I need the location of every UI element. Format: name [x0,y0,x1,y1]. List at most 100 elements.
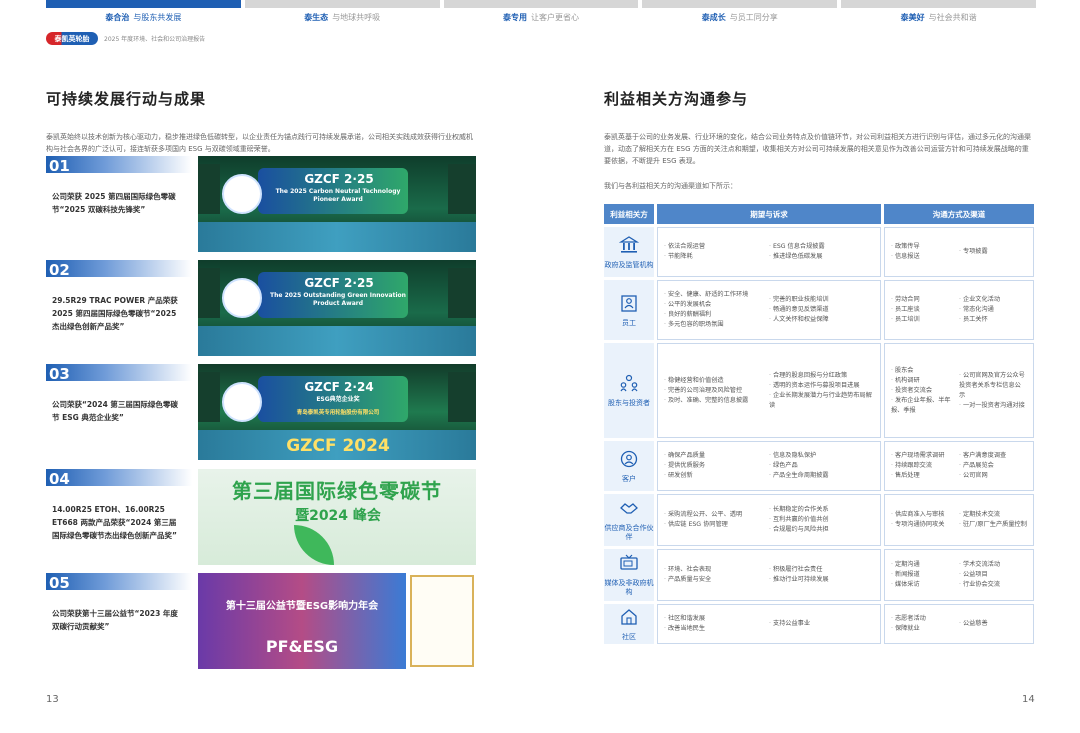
expectation-item: 确保产品质量 [664,451,769,461]
nav-tab-title: 泰成长 [701,13,726,22]
left-section-title: 可持续发展行动与成果 [46,90,207,108]
channel-item: 客户现场需求调研 [891,451,959,461]
stakeholder-name: 政府及监管机构 [604,260,654,269]
partner-icon [619,498,639,524]
expectation-item: 推动行业可持续发展 [769,575,874,585]
expectation-item: 完善的公司治理及风险管控 [664,386,769,396]
table-row: 社区社区和谐发展改善当地民生支持公益事业志愿者活动保障就业公益慈善 [604,604,1034,644]
expectations-cell: 安全、健康、舒适的工作环境公平的发展机会良好的薪酬福利多元包容的职场氛围完善的职… [657,280,881,340]
award-screen-title: GZCF 2·24 [304,380,374,394]
channels-cell: 政策传导信息报送专项披露 [884,227,1034,277]
achievement-description: 公司荣获 2025 第四届国际绿色零碳节“2025 双碳科技先锋奖” [52,192,176,214]
community-icon [619,607,639,633]
stakeholder-cell: 股东与投资者 [604,343,654,438]
expectations-list: 确保产品质量提供优质服务研发创新 [664,448,769,484]
award-screen-title: GZCF 2·25 [304,172,374,186]
achievement-item: 05 公司荣获第十三届公益节“2023 年度双碳行动贡献奖” 第十三届公益节暨ESG… [46,573,476,669]
nav-tab[interactable]: 泰美好 与社会共和谐 [841,0,1036,28]
channel-item: 公益慈善 [959,619,1027,629]
expectations-list: 合理的股息回报与分红政策透明的资本运作与募投项目进展企业长期发展潜力与行业趋势布… [769,350,874,431]
expectations-list: 安全、健康、舒适的工作环境公平的发展机会良好的薪酬福利多元包容的职场氛围 [664,287,769,333]
achievement-number: 02 [46,260,192,279]
nav-tab-subtitle: 让客户更省心 [530,13,579,22]
expectation-item: ESG 信息合规披露 [769,242,874,252]
expectations-cell: 环境、社会表现产品质量与安全积极履行社会责任推动行业可持续发展 [657,549,881,601]
channels-cell: 定期沟通新闻报道媒体采访学术交流活动公益项目行业协会交流 [884,549,1034,601]
stakeholder-name: 媒体及非政府机构 [604,579,654,596]
channels-cell: 股东会机构调研投资者交流会发布企业年报、半年报、季报公司官网及官方公众号投资者关… [884,343,1034,438]
expectations-list: 完善的职业技能培训畅通的意见反馈渠道人文关怀和权益保障 [769,287,874,333]
stakeholder-name: 股东与投资者 [608,399,650,407]
stakeholder-cell: 媒体及非政府机构 [604,549,654,601]
channel-item: 公司官网 [959,471,1027,481]
achievement-number-text: 03 [49,365,70,383]
nav-tab-subtitle: 与地球共呼吸 [332,13,381,22]
achievement-item: 02 29.5R29 TRAC POWER 产品荣获 2025 第四届国际绿色零碳… [46,260,476,356]
nav-tab[interactable]: 泰专用 让客户更省心 [443,0,639,28]
channel-item: 新闻报道 [891,570,959,580]
award-screen-title: GZCF 2·25 [304,276,374,290]
banner-title: 第三届国际绿色零碳节 [232,479,442,503]
achievement-number-text: 04 [49,470,70,488]
achievement-photo: 第三届国际绿色零碳节 暨2024 峰会 [198,469,476,565]
channel-item: 一对一投资者沟通对接 [959,401,1027,411]
channel-item: 媒体采访 [891,580,959,590]
channel-item: 公司官网及官方公众号投资者关系专栏信息公示 [959,371,1027,401]
expectation-item: 支持公益事业 [769,619,874,629]
event-title: 第十三届公益节暨ESG影响力年会 [225,601,379,612]
expectation-item: 长期稳定的合作关系 [769,505,874,515]
expectation-item: 多元包容的职场氛围 [664,320,769,330]
expectation-item: 采购流程公开、公平、透明 [664,510,769,520]
expectation-item: 产品质量与安全 [664,575,769,585]
channels-list: 客户现场需求调研持续跟踪交流售后处理 [891,448,959,484]
stakeholder-name: 客户 [622,474,636,483]
channels-list: 学术交流活动公益项目行业协会交流 [959,556,1027,594]
channel-item: 产品展览会 [959,461,1027,471]
expectation-item: 稳健经营和价值创造 [664,376,769,386]
nav-tab[interactable]: 泰合治 与股东共发展 [46,0,241,28]
channel-item: 员工座谈 [891,305,959,315]
nav-tab[interactable]: 泰成长 与员工同分享 [642,0,837,28]
green-leaf-decoration [294,525,334,565]
expectation-item: 信息及隐私保护 [769,451,874,461]
expectations-list: 采购流程公开、公平、透明供应链 ESG 协同管理 [664,501,769,539]
channel-item: 投资者交流会 [891,386,959,396]
side-screen-left [198,164,220,214]
expectations-list: ESG 信息合规披露推进绿色低碳发展 [769,234,874,270]
channels-list: 劳动合同员工座谈员工培训 [891,287,959,333]
expectations-cell: 采购流程公开、公平、透明供应链 ESG 协同管理长期稳定的合作关系互利共赢的价值… [657,494,881,546]
expectations-list: 稳健经营和价值创造完善的公司治理及风险管控及时、准确、完整的信息披露 [664,350,769,431]
channel-item: 志愿者活动 [891,614,959,624]
achievement-number: 05 [46,573,192,592]
achievement-number-text: 02 [49,261,70,279]
expectation-item: 积极履行社会责任 [769,565,874,575]
achievement-description: 14.00R25 ETOH、16.00R25 ET668 两款产品荣获“2024… [52,505,177,540]
award-logo-circle [222,382,262,422]
nav-tab-title: 泰专用 [502,13,527,22]
nav-tab-subtitle: 与社会共和谐 [928,13,977,22]
award-screen-subtitle: The 2025 Carbon Neutral Technology Pione… [275,188,401,203]
channel-item: 信息报送 [891,252,959,262]
channels-list: 定期沟通新闻报道媒体采访 [891,556,959,594]
expectation-item: 供应链 ESG 协同管理 [664,520,769,530]
expectations-list: 积极履行社会责任推动行业可持续发展 [769,556,874,594]
channel-item: 持续跟踪交流 [891,461,959,471]
channel-item: 政策传导 [891,242,959,252]
header-stakeholder: 利益相关方 [604,204,654,224]
table-row: 供应商及合作伙伴采购流程公开、公平、透明供应链 ESG 协同管理长期稳定的合作关… [604,494,1034,546]
left-intro: 泰凯英始终以技术创新为核心驱动力，稳步推进绿色低碳转型，以企业责任为锚点践行可持… [46,133,473,153]
expectation-item: 节能降耗 [664,252,769,262]
table-row: 员工安全、健康、舒适的工作环境公平的发展机会良好的薪酬福利多元包容的职场氛围完善… [604,280,1034,340]
channel-item: 专项披露 [959,247,1027,257]
award-certificate [410,575,474,667]
achievement-description: 29.5R29 TRAC POWER 产品荣获 2025 第四届国际绿色零碳节“… [52,296,178,331]
investor-icon [619,373,639,399]
expectations-cell: 稳健经营和价值创造完善的公司治理及风险管控及时、准确、完整的信息披露合理的股息回… [657,343,881,438]
expectations-list: 环境、社会表现产品质量与安全 [664,556,769,594]
table-header: 利益相关方 期望与诉求 沟通方式及渠道 [604,204,1034,224]
nav-tab[interactable]: 泰生态 与地球共呼吸 [244,0,440,28]
channel-item: 专项沟通协同攻关 [891,520,959,530]
channels-list: 企业文化活动常态化沟通员工关怀 [959,287,1027,333]
achievement-photo: GZCF 2·25 The 2025 Outstanding Green Inno… [198,260,476,356]
channels-cell: 客户现场需求调研持续跟踪交流售后处理客户满意度调查产品展览会公司官网 [884,441,1034,491]
